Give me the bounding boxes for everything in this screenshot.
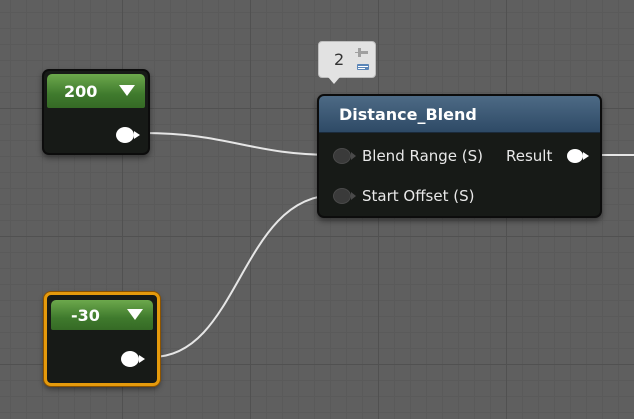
comment-count: 2 — [334, 50, 345, 69]
output-pin[interactable] — [116, 127, 140, 143]
output-pin[interactable] — [121, 351, 145, 367]
constant-node-header: 200 — [47, 74, 145, 108]
output-label-result: Result — [506, 147, 553, 165]
function-node-title: Distance_Blend — [339, 105, 477, 124]
pin-arrow-icon — [139, 355, 145, 363]
dropdown-arrow-icon[interactable] — [127, 309, 143, 320]
comment-bubble[interactable]: 2 — [318, 41, 376, 84]
input-pin-blend-range[interactable] — [333, 148, 356, 164]
wire-neg30-to-start-offset[interactable] — [151, 194, 336, 358]
function-node-header[interactable]: Distance_Blend — [319, 96, 600, 133]
pushpin-icon[interactable] — [355, 46, 371, 72]
input-pin-start-offset[interactable] — [333, 188, 356, 204]
wire-200-to-blend-range[interactable] — [142, 132, 336, 156]
input-label-blend-range: Blend Range (S) — [362, 147, 484, 165]
dropdown-arrow-icon[interactable] — [119, 85, 135, 96]
constant-value[interactable]: -30 — [71, 306, 100, 325]
pin-arrow-icon — [351, 152, 356, 160]
constant-node-200[interactable]: 200 — [42, 69, 150, 155]
output-pin-result[interactable] — [567, 149, 589, 163]
input-label-start-offset: Start Offset (S) — [362, 187, 475, 205]
pin-arrow-icon — [351, 192, 356, 200]
function-node-distance-blend[interactable]: Distance_Blend Blend Range (S) Result St… — [317, 94, 602, 218]
constant-value[interactable]: 200 — [64, 82, 97, 101]
constant-node-header: -30 — [51, 300, 153, 330]
pin-arrow-icon — [583, 152, 589, 160]
pin-arrow-icon — [134, 131, 140, 139]
constant-node-neg30[interactable]: -30 — [44, 292, 160, 386]
